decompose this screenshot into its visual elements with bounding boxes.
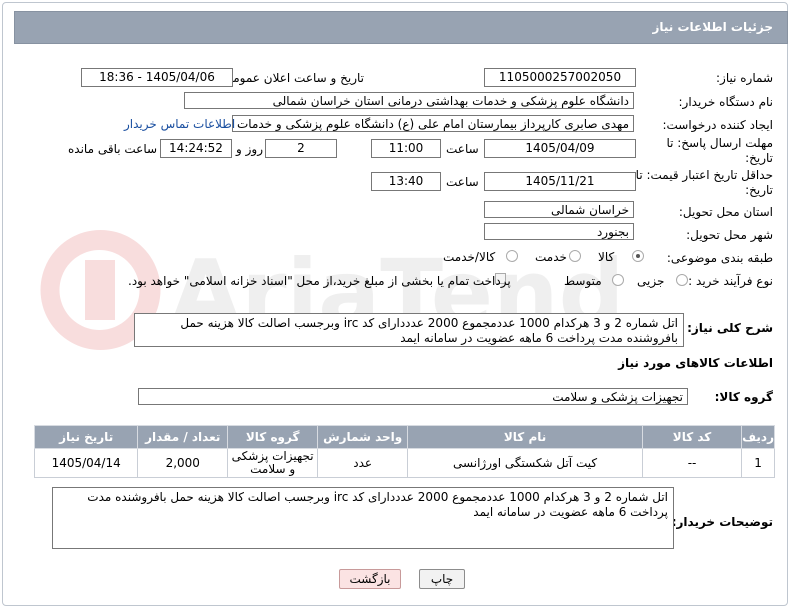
goods-group-label: گروه کالا:	[714, 390, 773, 404]
announce-field: 1405/04/06 - 18:36	[81, 68, 233, 87]
col-qty: تعداد / مقدار	[137, 425, 229, 449]
items-table-header: ردیف کد کالا نام کالا واحد شمارش گروه کا…	[33, 425, 775, 449]
page-header: جزئیات اطلاعات نیاز	[14, 11, 788, 44]
col-unit: واحد شمارش	[317, 425, 409, 449]
cell-qty: 2,000	[137, 448, 229, 478]
cell-row: 1	[741, 448, 775, 478]
col-code: کد کالا	[641, 425, 743, 449]
description-text: اتل شماره 2 و 3 هرکدام 1000 عددمجموع 200…	[134, 313, 684, 347]
category-option-goods-service: کالا/خدمت	[443, 250, 496, 264]
validity-time-label: ساعت	[446, 175, 479, 189]
process-label: نوع فرآیند خرید :	[688, 274, 773, 288]
back-button[interactable]: بازگشت	[339, 569, 401, 589]
requester-field: مهدی صابری کارپرداز بیمارستان امام علی (…	[232, 115, 634, 132]
process-option-minor: جزیی	[637, 274, 665, 288]
deadline-time-label: ساعت	[446, 142, 479, 156]
deadline-date-field: 1405/04/09	[484, 139, 636, 158]
buyer-org-field: دانشگاه علوم پزشکی و خدمات بهداشتی درمان…	[184, 92, 634, 109]
cell-unit: عدد	[317, 448, 409, 478]
province-label: استان محل تحویل:	[678, 205, 773, 219]
col-row: ردیف	[741, 425, 775, 449]
col-date: تاریخ نیاز	[33, 425, 139, 449]
goods-group-field: تجهیزات پزشکی و سلامت	[138, 388, 688, 405]
city-label: شهر محل تحویل:	[686, 228, 773, 242]
table-row: 1 -- کیت آتل شکستگی اورژانسی عدد تجهیزات…	[33, 448, 775, 478]
col-name: نام کالا	[407, 425, 643, 449]
validity-date-field: 1405/11/21	[484, 172, 636, 191]
col-group: گروه کالا	[227, 425, 319, 449]
days-field: 2	[265, 139, 337, 158]
validity-label: حداقل تاریخ اعتبار قیمت: تا تاریخ:	[635, 168, 773, 197]
process-radio-medium[interactable]	[612, 274, 624, 286]
process-radio-minor[interactable]	[676, 274, 688, 286]
deadline-time-field: 11:00	[371, 139, 441, 158]
cell-group: تجهیزات پزشکی و سلامت	[227, 448, 319, 478]
process-option-medium: متوسط	[564, 274, 602, 288]
cell-name: کیت آتل شکستگی اورژانسی	[407, 448, 643, 478]
page-title: جزئیات اطلاعات نیاز	[652, 20, 773, 34]
category-option-service: خدمت	[535, 250, 567, 264]
city-field: بجنورد	[484, 223, 634, 240]
treasury-payment-note: پرداخت تمام یا بخشی از مبلغ خرید،از محل …	[128, 274, 511, 288]
deadline-label: مهلت ارسال پاسخ: تا تاریخ:	[666, 136, 773, 165]
need-number-field: 1105000257002050	[484, 68, 636, 87]
items-table: ردیف کد کالا نام کالا واحد شمارش گروه کا…	[33, 425, 775, 478]
remaining-time-field: 14:24:52	[160, 139, 232, 158]
contact-info-link[interactable]: اطلاعات تماس خریدار	[124, 117, 235, 131]
print-button[interactable]: چاپ	[419, 569, 465, 589]
cell-code: --	[641, 448, 743, 478]
goods-section-title: اطلاعات کالاهای مورد نیاز	[618, 356, 773, 370]
announce-label: تاریخ و ساعت اعلان عمومی:	[219, 71, 364, 85]
category-option-goods: کالا	[598, 250, 615, 264]
description-label: شرح کلی نیاز:	[687, 321, 773, 335]
days-label: روز و	[236, 142, 263, 156]
buyer-org-label: نام دستگاه خریدار:	[678, 95, 774, 109]
need-number-label: شماره نیاز:	[716, 71, 773, 85]
validity-time-field: 13:40	[371, 172, 441, 191]
category-label: طبقه بندی موضوعی:	[666, 251, 773, 265]
cell-date: 1405/04/14	[33, 448, 139, 478]
category-radio-goods-service[interactable]	[506, 250, 518, 262]
category-radio-service[interactable]	[569, 250, 581, 262]
buyer-notes-text: اتل شماره 2 و 3 هرکدام 1000 عددمجموع 200…	[52, 487, 674, 549]
province-field: خراسان شمالی	[484, 201, 634, 218]
buyer-notes-label: توضیحات خریدار:	[671, 515, 773, 529]
category-radio-goods[interactable]	[632, 250, 644, 262]
remaining-label: ساعت باقی مانده	[68, 142, 158, 156]
requester-label: ایجاد کننده درخواست:	[662, 118, 773, 132]
